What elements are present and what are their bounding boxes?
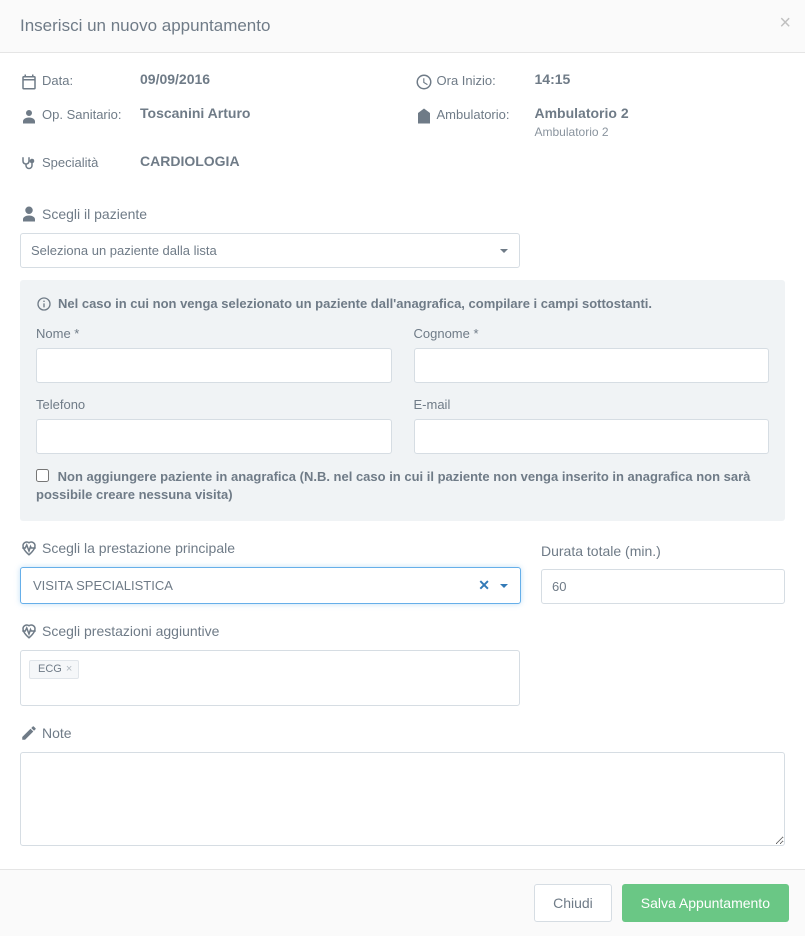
notes-section: Note bbox=[20, 724, 785, 849]
no-add-checkbox[interactable] bbox=[36, 469, 49, 482]
form-group-email: E-mail bbox=[414, 397, 770, 454]
heartbeat-icon bbox=[20, 622, 42, 640]
email-label: E-mail bbox=[414, 397, 770, 412]
info-label: Data: bbox=[42, 71, 140, 88]
section-title: Note bbox=[42, 725, 72, 741]
info-label: Ambulatorio: bbox=[437, 105, 535, 122]
calendar-icon bbox=[20, 71, 42, 91]
section-header: Note bbox=[20, 724, 785, 742]
service-additional-section: Scegli prestazioni aggiuntive ECG × bbox=[20, 622, 785, 706]
close-button[interactable]: Chiudi bbox=[534, 884, 612, 922]
info-specialty: Specialità CARDIOLOGIA bbox=[20, 153, 785, 173]
phone-label: Telefono bbox=[36, 397, 392, 412]
section-header: Scegli il paziente bbox=[20, 205, 785, 223]
info-value: Ambulatorio 2 Ambulatorio 2 bbox=[535, 105, 629, 139]
clear-icon[interactable]: ✕ bbox=[478, 577, 490, 594]
edit-icon bbox=[20, 724, 42, 742]
form-group-surname: Cognome * bbox=[414, 326, 770, 383]
main-service-value: VISITA SPECIALISTICA bbox=[33, 578, 173, 593]
service-tag: ECG × bbox=[29, 660, 79, 679]
patient-select[interactable]: Seleziona un paziente dalla lista bbox=[20, 233, 520, 268]
form-group-phone: Telefono bbox=[36, 397, 392, 454]
info-label: Op. Sanitario: bbox=[42, 105, 140, 122]
appointment-info: Data: 09/09/2016 Ora Inizio: 14:15 Op. S… bbox=[20, 71, 785, 187]
close-icon[interactable]: × bbox=[779, 12, 791, 35]
clock-icon bbox=[415, 71, 437, 91]
info-value: CARDIOLOGIA bbox=[140, 153, 240, 169]
notes-textarea[interactable] bbox=[20, 752, 785, 846]
save-button[interactable]: Salva Appuntamento bbox=[622, 884, 789, 922]
tag-remove-icon[interactable]: × bbox=[66, 663, 72, 675]
no-add-label: Non aggiungere paziente in anagrafica (N… bbox=[36, 469, 750, 503]
tag-label: ECG bbox=[38, 663, 62, 675]
chevron-down-icon bbox=[500, 584, 508, 588]
email-input[interactable] bbox=[414, 419, 770, 454]
panel-notice-text: Nel caso in cui non venga selezionato un… bbox=[58, 294, 652, 314]
info-clinic: Ambulatorio: Ambulatorio 2 Ambulatorio 2 bbox=[415, 105, 786, 139]
section-header: Scegli prestazioni aggiuntive bbox=[20, 622, 785, 640]
surname-input[interactable] bbox=[414, 348, 770, 383]
clinic-sub: Ambulatorio 2 bbox=[535, 125, 629, 139]
info-value: 14:15 bbox=[535, 71, 571, 87]
section-title: Scegli il paziente bbox=[42, 206, 147, 222]
modal-footer: Chiudi Salva Appuntamento bbox=[0, 869, 805, 936]
patient-select-placeholder: Seleziona un paziente dalla lista bbox=[20, 233, 520, 268]
modal-body: Data: 09/09/2016 Ora Inizio: 14:15 Op. S… bbox=[0, 53, 805, 869]
patient-section: Scegli il paziente Seleziona un paziente… bbox=[20, 205, 785, 521]
no-add-checkbox-row: Non aggiungere paziente in anagrafica (N… bbox=[36, 468, 769, 506]
info-value: Toscanini Arturo bbox=[140, 105, 250, 121]
stethoscope-icon bbox=[20, 153, 42, 173]
hospital-icon bbox=[415, 105, 437, 125]
patient-fallback-panel: Nel caso in cui non venga selezionato un… bbox=[20, 280, 785, 521]
modal-title: Inserisci un nuovo appuntamento bbox=[20, 16, 785, 36]
info-value: 09/09/2016 bbox=[140, 71, 210, 87]
form-group-name: Nome * bbox=[36, 326, 392, 383]
additional-services-input[interactable]: ECG × bbox=[20, 650, 520, 706]
info-operator: Op. Sanitario: Toscanini Arturo bbox=[20, 105, 391, 139]
chevron-down-icon bbox=[500, 249, 508, 253]
info-date: Data: 09/09/2016 bbox=[20, 71, 391, 91]
info-label: Specialità bbox=[42, 153, 140, 170]
section-header: Scegli la prestazione principale bbox=[20, 539, 521, 557]
user-icon bbox=[20, 205, 42, 223]
phone-input[interactable] bbox=[36, 419, 392, 454]
service-main-section: Scegli la prestazione principale VISITA … bbox=[20, 539, 785, 604]
info-time: Ora Inizio: 14:15 bbox=[415, 71, 786, 91]
duration-input[interactable] bbox=[541, 569, 785, 604]
panel-notice: Nel caso in cui non venga selezionato un… bbox=[36, 294, 769, 314]
section-title: Scegli la prestazione principale bbox=[42, 540, 235, 556]
section-title: Scegli prestazioni aggiuntive bbox=[42, 623, 219, 639]
doctor-icon bbox=[20, 105, 42, 125]
surname-label: Cognome * bbox=[414, 326, 770, 341]
info-icon bbox=[36, 294, 58, 312]
info-label: Ora Inizio: bbox=[437, 71, 535, 88]
main-service-select[interactable]: VISITA SPECIALISTICA ✕ bbox=[20, 567, 521, 604]
duration-label: Durata totale (min.) bbox=[541, 543, 661, 559]
name-input[interactable] bbox=[36, 348, 392, 383]
name-label: Nome * bbox=[36, 326, 392, 341]
heartbeat-icon bbox=[20, 539, 42, 557]
duration-header: Durata totale (min.) bbox=[541, 543, 785, 559]
clinic-name: Ambulatorio 2 bbox=[535, 105, 629, 121]
patient-form-grid: Nome * Cognome * Telefono E-mail bbox=[36, 326, 769, 454]
modal-header: Inserisci un nuovo appuntamento × bbox=[0, 0, 805, 53]
